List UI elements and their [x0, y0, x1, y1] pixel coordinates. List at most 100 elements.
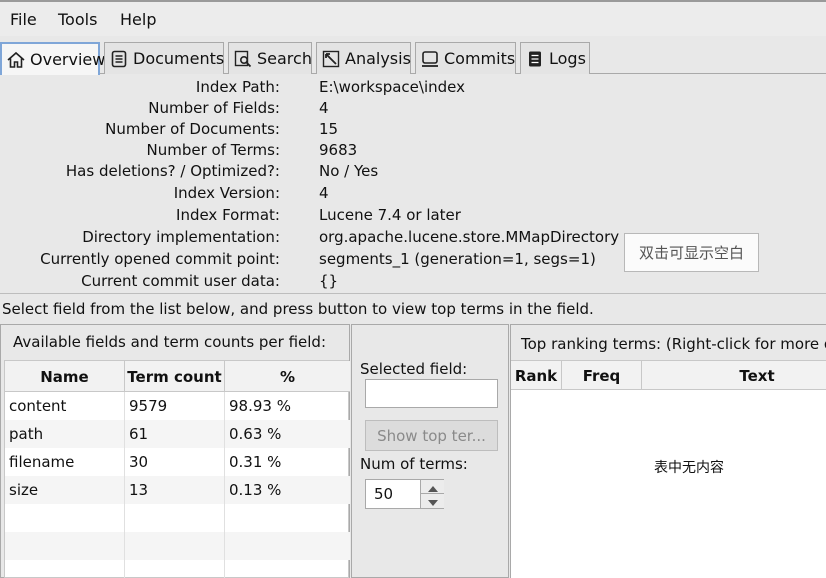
fields-panel-title: Available fields and term counts per fie… — [13, 333, 327, 351]
table-row — [5, 504, 350, 532]
cell-percent — [225, 532, 350, 560]
cell-term-count — [125, 504, 225, 532]
info-label: Current commit user data: — [81, 272, 280, 290]
info-value: 9683 — [319, 141, 358, 159]
info-value: No / Yes — [319, 162, 379, 180]
cell-name: size — [5, 476, 125, 504]
column-header-name[interactable]: Name — [5, 361, 125, 392]
cell-name — [5, 560, 125, 578]
tab-label: Analysis — [345, 49, 411, 68]
info-value: org.apache.lucene.store.MMapDirectory — [319, 228, 620, 246]
tab-search[interactable]: Search — [228, 42, 312, 74]
info-value: segments_1 (generation=1, segs=1) — [319, 250, 596, 268]
document-list-icon — [109, 49, 129, 69]
tab-bar: Overview Documents Search Analysis Commi… — [0, 36, 826, 75]
info-label: Directory implementation: — [82, 228, 280, 246]
column-header-percent[interactable]: % — [225, 361, 350, 392]
cell-term-count — [125, 560, 225, 578]
cell-percent — [225, 560, 350, 578]
table-row[interactable]: filename 30 0.31 % — [5, 448, 350, 476]
menu-tools[interactable]: Tools — [58, 10, 97, 29]
column-header-freq[interactable]: Freq — [562, 361, 642, 390]
analysis-icon — [321, 49, 341, 69]
tab-documents[interactable]: Documents — [104, 42, 224, 74]
tab-label: Search — [257, 49, 312, 68]
tab-label: Documents — [133, 49, 225, 68]
search-icon — [233, 49, 253, 69]
spinner-down-button[interactable] — [420, 494, 444, 508]
top-terms-table-header: Rank Freq Text — [511, 361, 826, 390]
selected-field-label: Selected field: — [360, 360, 468, 378]
column-header-rank[interactable]: Rank — [511, 361, 562, 390]
fields-table-header: Name Term count % — [5, 361, 350, 392]
instruction-text: Select field from the list below, and pr… — [2, 300, 594, 318]
cell-term-count: 30 — [125, 448, 225, 476]
cell-name: path — [5, 420, 125, 448]
fields-table: Name Term count % content 9579 98.93 % p… — [4, 360, 350, 578]
cell-percent — [225, 504, 350, 532]
cell-name: filename — [5, 448, 125, 476]
selected-field-input[interactable] — [365, 379, 498, 408]
tab-commits[interactable]: Commits — [415, 42, 516, 74]
info-row-commit-user-data: Current commit user data: {} — [0, 272, 826, 294]
tab-analysis[interactable]: Analysis — [316, 42, 411, 74]
cell-term-count — [125, 532, 225, 560]
num-terms-value[interactable]: 50 — [374, 485, 393, 503]
menu-bar: File Tools Help — [0, 0, 826, 36]
show-blank-button[interactable]: 双击可显示空白 — [624, 233, 759, 272]
commits-icon — [420, 49, 440, 69]
show-top-terms-button[interactable]: Show top ter... — [365, 420, 498, 451]
top-terms-table: Rank Freq Text 表中无内容 — [511, 360, 826, 578]
top-terms-controls: Selected field: Show top ter... Num of t… — [351, 324, 509, 578]
menu-help[interactable]: Help — [120, 10, 156, 29]
top-terms-title: Top ranking terms: (Right-click for more… — [521, 335, 826, 353]
info-row-deletions-optimized: Has deletions? / Optimized?: No / Yes — [0, 162, 826, 184]
info-value: 15 — [319, 120, 339, 138]
info-row-number-of-documents: Number of Documents: 15 — [0, 120, 826, 142]
tab-label: Overview — [30, 50, 106, 69]
table-row[interactable]: size 13 0.13 % — [5, 476, 350, 504]
info-label: Index Path: — [195, 78, 280, 96]
fields-table-body: content 9579 98.93 % path 61 0.63 % file… — [5, 392, 350, 578]
info-row-index-format: Index Format: Lucene 7.4 or later — [0, 206, 826, 228]
divider — [0, 293, 826, 294]
info-label: Number of Terms: — [146, 141, 280, 159]
top-terms-panel: Top ranking terms: (Right-click for more… — [510, 324, 826, 578]
logs-icon — [525, 49, 545, 69]
info-value: 4 — [319, 99, 329, 117]
info-row-index-path: Index Path: E:\workspace\index — [0, 78, 826, 100]
table-row — [5, 560, 350, 578]
info-value: Lucene 7.4 or later — [319, 206, 461, 224]
info-label: Index Format: — [176, 206, 280, 224]
cell-name — [5, 504, 125, 532]
info-label: Currently opened commit point: — [40, 250, 280, 268]
tab-overview[interactable]: Overview — [0, 42, 105, 75]
info-value: {} — [319, 272, 339, 290]
info-value: E:\workspace\index — [319, 78, 465, 96]
info-value: 4 — [319, 184, 329, 202]
info-label: Index Version: — [173, 184, 280, 202]
cell-term-count: 9579 — [125, 392, 225, 420]
tab-logs[interactable]: Logs — [520, 42, 590, 74]
tab-label: Commits — [444, 49, 516, 68]
home-icon — [6, 50, 26, 70]
num-terms-label: Num of terms: — [360, 455, 468, 473]
info-label: Has deletions? / Optimized?: — [65, 162, 280, 180]
fields-panel: Available fields and term counts per fie… — [0, 324, 350, 578]
cell-term-count: 13 — [125, 476, 225, 504]
cell-percent: 98.93 % — [229, 397, 291, 415]
num-terms-spinner[interactable]: 50 — [365, 479, 444, 509]
table-row[interactable]: path 61 0.63 % — [5, 420, 350, 448]
column-header-term-count[interactable]: Term count — [125, 361, 225, 392]
table-row — [5, 532, 350, 560]
column-header-text[interactable]: Text — [642, 361, 826, 390]
empty-table-message: 表中无内容 — [654, 460, 724, 476]
cell-percent: 0.13 % — [229, 481, 282, 499]
info-label: Number of Fields: — [148, 99, 280, 117]
menu-file[interactable]: File — [10, 10, 37, 29]
info-row-number-of-fields: Number of Fields: 4 — [0, 99, 826, 121]
cell-name — [5, 532, 125, 560]
info-label: Number of Documents: — [105, 120, 280, 138]
table-row[interactable]: content 9579 98.93 % — [5, 392, 350, 420]
cell-name: content — [5, 392, 125, 420]
